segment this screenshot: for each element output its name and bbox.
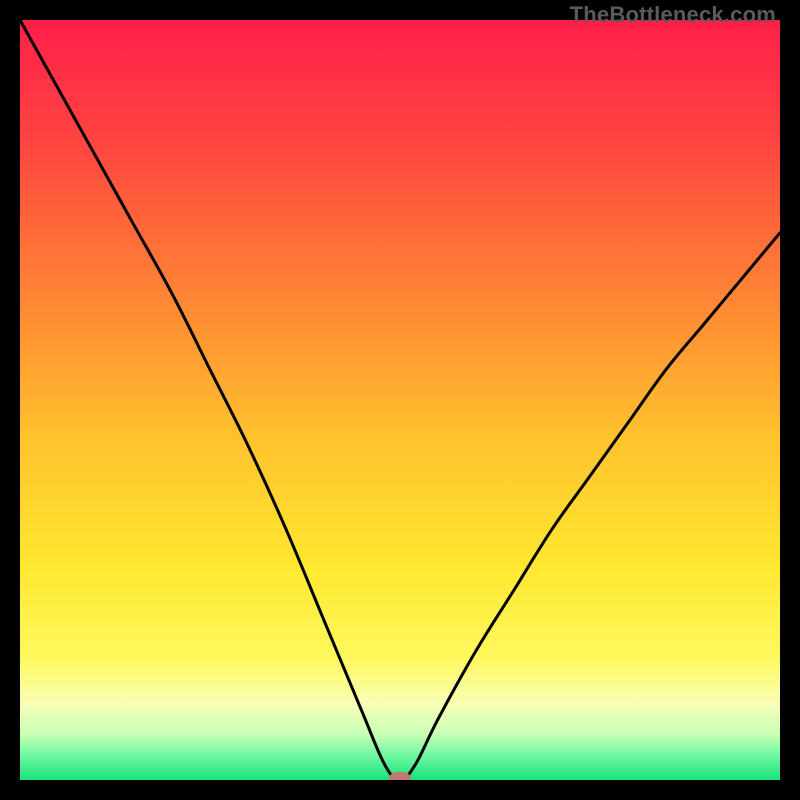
chart-plot-area bbox=[20, 20, 780, 780]
chart-curve-svg bbox=[20, 20, 780, 780]
optimum-marker bbox=[389, 772, 411, 780]
watermark-text: TheBottleneck.com bbox=[570, 2, 776, 28]
chart-outer-frame: TheBottleneck.com bbox=[0, 0, 800, 800]
bottleneck-curve bbox=[20, 20, 780, 780]
